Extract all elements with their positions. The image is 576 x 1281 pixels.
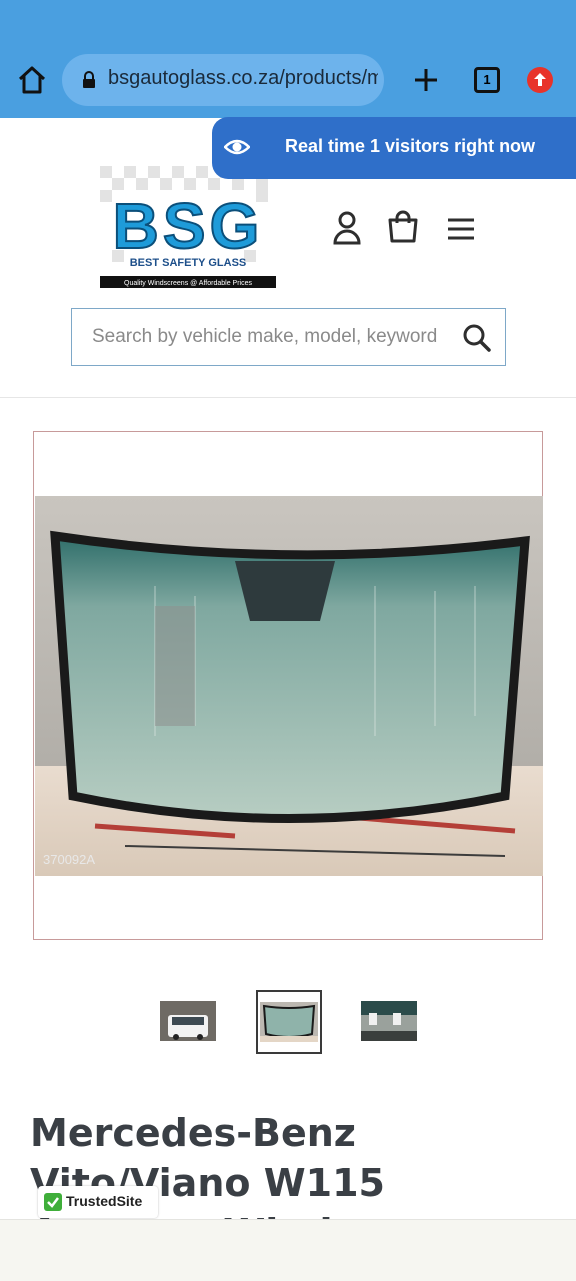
search-icon[interactable] bbox=[462, 323, 492, 353]
tabs-icon[interactable]: 1 bbox=[474, 67, 500, 93]
home-icon[interactable] bbox=[14, 62, 50, 98]
browser-toolbar: bsgautoglass.co.za/products/mercedes-ben… bbox=[0, 0, 576, 118]
account-icon[interactable] bbox=[330, 210, 364, 246]
photo-code: 370092A bbox=[43, 852, 96, 867]
visitor-counter-banner: Real time 1 visitors right now bbox=[212, 117, 576, 179]
trustedsite-text: TrustedSite bbox=[66, 1193, 143, 1209]
cart-icon[interactable] bbox=[386, 210, 420, 244]
logo-subline: Quality Windscreens @ Affordable Prices bbox=[124, 280, 252, 287]
thumbnail-windscreen-detail[interactable] bbox=[361, 995, 417, 1049]
menu-icon[interactable] bbox=[446, 216, 476, 242]
check-icon bbox=[44, 1193, 62, 1211]
address-bar[interactable]: bsgautoglass.co.za/products/mercedes-ben… bbox=[62, 54, 384, 106]
thumbnail-van[interactable] bbox=[160, 995, 216, 1049]
thumbnail-windscreen[interactable] bbox=[256, 990, 322, 1054]
update-icon[interactable] bbox=[527, 67, 553, 93]
logo-text: BSG bbox=[113, 190, 264, 262]
trustedsite-badge[interactable]: TrustedSite bbox=[38, 1186, 158, 1218]
site-logo[interactable]: BSG BEST SAFETY GLASS Quality Windscreen… bbox=[100, 166, 276, 288]
plus-icon[interactable] bbox=[410, 64, 442, 96]
visitor-text: Real time 1 visitors right now bbox=[285, 136, 536, 156]
url-text[interactable]: bsgautoglass.co.za/products/mercedes-ben… bbox=[108, 67, 378, 90]
sticky-bottom-bar bbox=[0, 1219, 576, 1281]
lock-icon bbox=[82, 71, 96, 89]
search-box bbox=[71, 308, 506, 366]
header-divider bbox=[0, 397, 576, 398]
logo-tagline: BEST SAFETY GLASS bbox=[130, 257, 247, 269]
product-main-image[interactable]: 370092A bbox=[33, 431, 543, 940]
search-input[interactable] bbox=[92, 324, 448, 350]
eye-icon bbox=[223, 136, 251, 158]
windscreen-photo: 370092A bbox=[35, 496, 543, 876]
